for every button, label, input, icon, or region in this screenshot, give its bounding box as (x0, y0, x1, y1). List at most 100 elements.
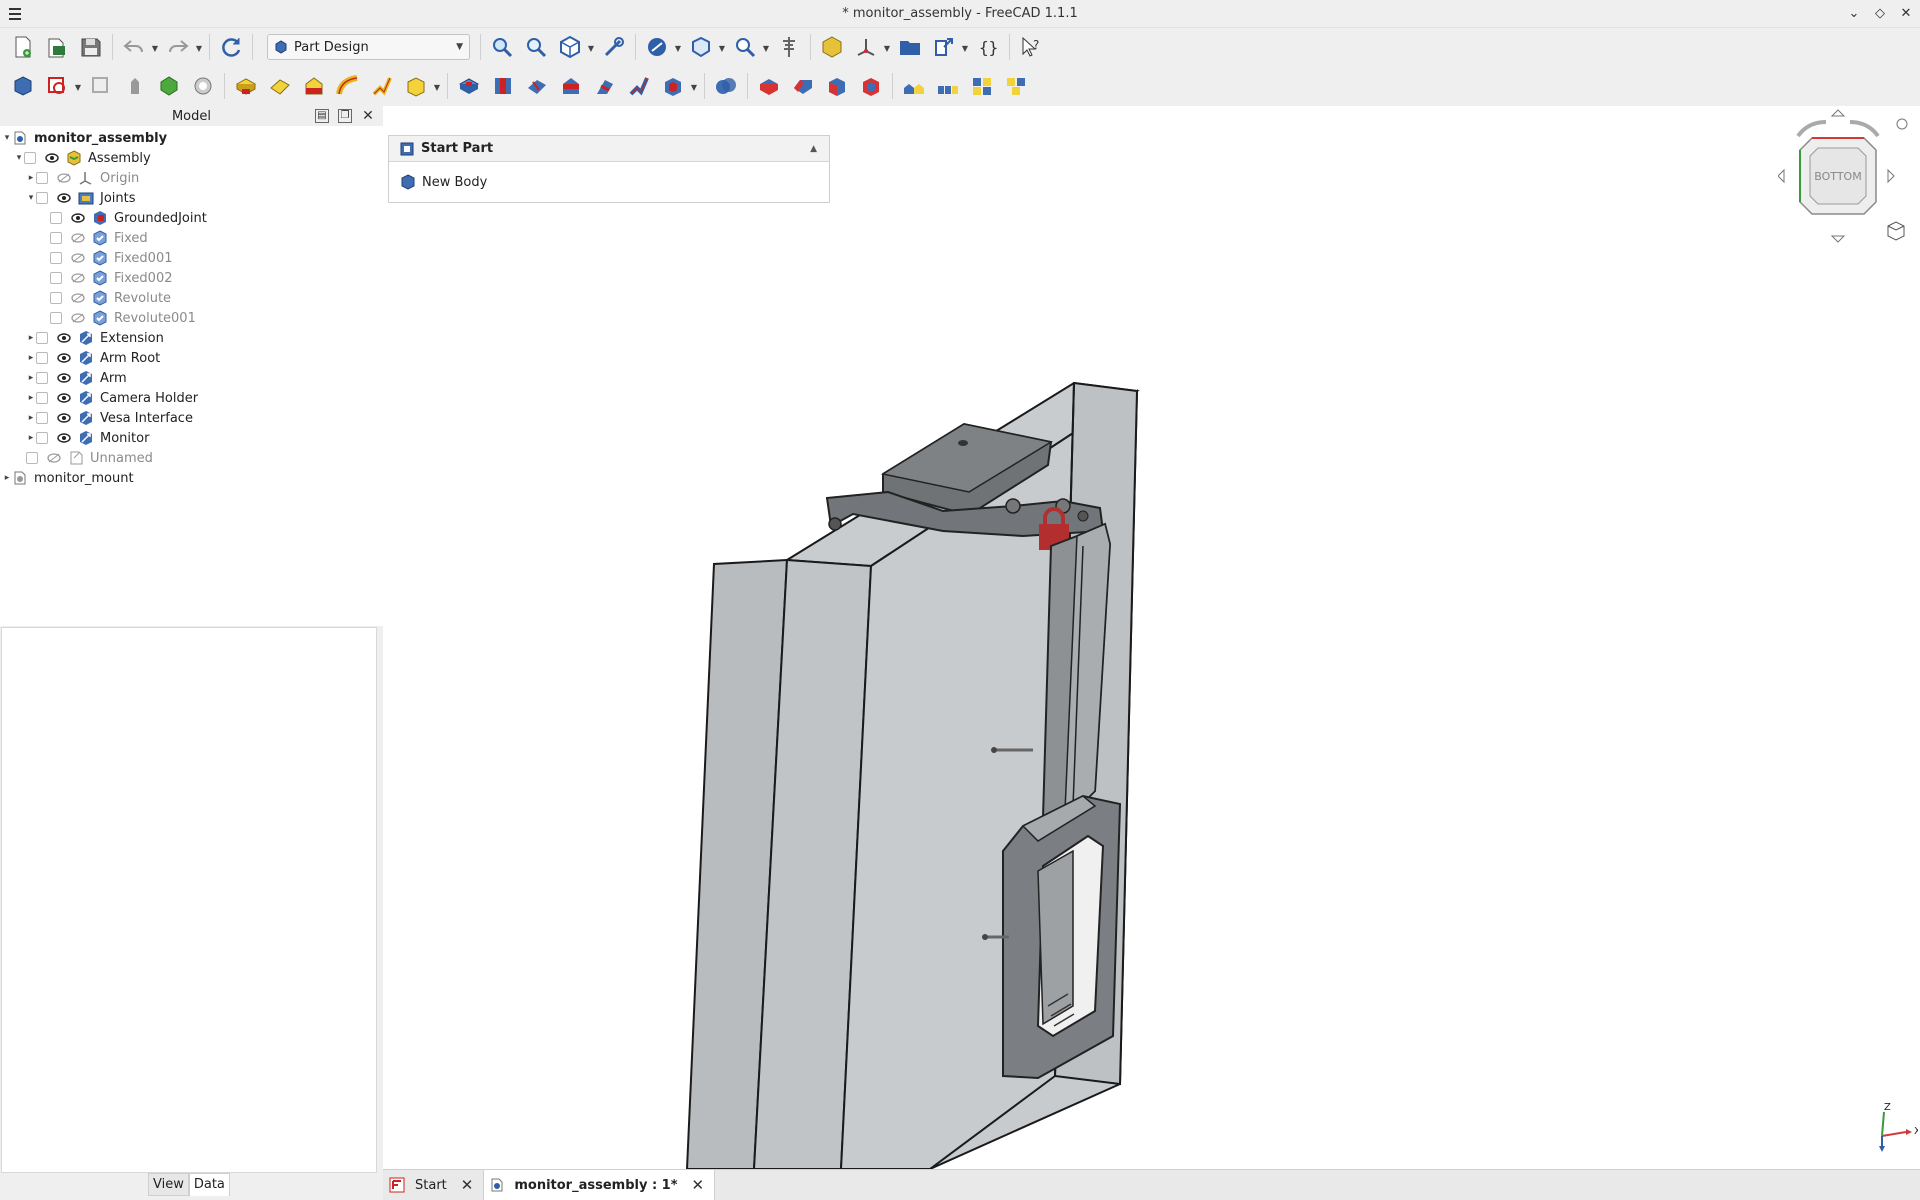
visible-eye-icon[interactable] (44, 152, 60, 164)
subtractive-helix-icon[interactable] (624, 71, 654, 101)
clipping-plane-icon[interactable] (774, 32, 804, 62)
close-tab-icon[interactable]: ✕ (461, 1176, 474, 1194)
zoom-icon[interactable]: ▼ (730, 32, 769, 62)
collapsed-arrow-icon[interactable]: ▸ (26, 353, 36, 363)
hidden-eye-icon[interactable] (70, 292, 86, 304)
tree-item-monitor[interactable]: ▸ Monitor (26, 428, 150, 448)
macro-icon[interactable]: {} (973, 32, 1003, 62)
fit-all-icon[interactable] (487, 32, 517, 62)
tree-checkbox[interactable] (50, 232, 62, 244)
tree-item-arm[interactable]: ▸ Arm (26, 368, 127, 388)
tab-data[interactable]: Data (188, 1173, 230, 1196)
tree-checkbox[interactable] (50, 272, 62, 284)
boolean-icon[interactable] (711, 71, 741, 101)
collapsed-arrow-icon[interactable]: ▸ (26, 333, 36, 343)
tree-checkbox[interactable] (24, 152, 36, 164)
task-header[interactable]: Start Part ▲ (389, 136, 829, 162)
visible-eye-icon[interactable] (56, 192, 72, 204)
tree-item-monitor-mount[interactable]: ▸ monitor_mount (2, 468, 134, 488)
standard-views-icon[interactable]: ▼ (555, 32, 594, 62)
visible-eye-icon[interactable] (56, 392, 72, 404)
hidden-eye-icon[interactable] (70, 272, 86, 284)
close-window-button[interactable]: ✕ (1898, 4, 1914, 22)
float-icon[interactable]: ❐ (338, 109, 352, 123)
multitransform-icon[interactable] (1001, 71, 1031, 101)
tree-checkbox[interactable] (36, 192, 48, 204)
minimize-button[interactable]: ⌄ (1846, 4, 1862, 22)
tree-item-camera-holder[interactable]: ▸ Camera Holder (26, 388, 198, 408)
tree-checkbox[interactable] (36, 352, 48, 364)
subshape-binder-icon[interactable] (154, 71, 184, 101)
tree-checkbox[interactable] (36, 392, 48, 404)
subtractive-loft-icon[interactable] (556, 71, 586, 101)
collapsed-arrow-icon[interactable]: ▸ (26, 393, 36, 403)
visible-eye-icon[interactable] (56, 352, 72, 364)
tree-item-extension[interactable]: ▸ Extension (26, 328, 164, 348)
new-document-icon[interactable] (8, 32, 38, 62)
navigation-cube[interactable]: BOTTOM (1778, 108, 1908, 248)
collapsed-arrow-icon[interactable]: ▸ (26, 373, 36, 383)
tree-item-origin[interactable]: ▸ Origin (26, 168, 140, 188)
rotate-right-icon[interactable] (1849, 120, 1880, 138)
hidden-eye-icon[interactable] (46, 452, 62, 464)
link-actions-icon[interactable]: ▼ (929, 32, 968, 62)
collapsed-arrow-icon[interactable]: ▸ (26, 173, 36, 183)
create-part-icon[interactable] (817, 32, 847, 62)
tree-item-assembly[interactable]: ▾ Assembly (14, 148, 151, 168)
tab-view[interactable]: View (148, 1173, 189, 1196)
visible-eye-icon[interactable] (56, 372, 72, 384)
tree-item-fixed[interactable]: Fixed (50, 228, 148, 248)
tree-checkbox[interactable] (26, 452, 38, 464)
tree-checkbox[interactable] (36, 372, 48, 384)
new-body-button[interactable]: New Body (389, 162, 829, 202)
linear-pattern-icon[interactable] (933, 71, 963, 101)
save-document-icon[interactable] (76, 32, 106, 62)
create-datum-icon[interactable]: ▼ (851, 32, 890, 62)
subtractive-pipe-icon[interactable] (590, 71, 620, 101)
tree-item-vesa-interface[interactable]: ▸ Vesa Interface (26, 408, 193, 428)
collapsed-arrow-icon[interactable]: ▸ (26, 433, 36, 443)
nav-left-arrow-icon[interactable] (1778, 168, 1785, 184)
validate-sketch-icon[interactable] (86, 71, 116, 101)
thickness-icon[interactable] (856, 71, 886, 101)
fit-selection-icon[interactable] (521, 32, 551, 62)
3d-viewport[interactable]: Start Part ▲ New Body BOTTOM X Z (383, 106, 1920, 1169)
hidden-eye-icon[interactable] (56, 172, 72, 184)
visible-eye-icon[interactable] (56, 332, 72, 344)
subtractive-primitive-icon[interactable]: ▼ (658, 71, 697, 101)
tree-checkbox[interactable] (36, 432, 48, 444)
tree-checkbox[interactable] (50, 212, 62, 224)
redo-icon[interactable]: ▼ (163, 32, 202, 62)
tree-item-fixed002[interactable]: Fixed002 (50, 268, 173, 288)
tree-item-unnamed[interactable]: Unnamed (26, 448, 153, 468)
tree-checkbox[interactable] (50, 292, 62, 304)
visible-eye-icon[interactable] (56, 412, 72, 424)
tree-checkbox[interactable] (50, 312, 62, 324)
visible-eye-icon[interactable] (70, 212, 86, 224)
tab-start[interactable]: Start ✕ (383, 1170, 485, 1200)
close-tab-icon[interactable]: ✕ (692, 1176, 705, 1194)
create-body-icon[interactable] (8, 71, 38, 101)
collapse-arrow-icon[interactable]: ▲ (810, 144, 817, 154)
expanded-arrow-icon[interactable]: ▾ (2, 133, 12, 143)
loft-icon[interactable] (299, 71, 329, 101)
collapsed-arrow-icon[interactable]: ▸ (2, 473, 12, 483)
draft-icon[interactable] (822, 71, 852, 101)
tree-item-arm-root[interactable]: ▸ Arm Root (26, 348, 161, 368)
nav-right-arrow-icon[interactable] (1887, 168, 1895, 184)
tree-item-grounded-joint[interactable]: GroundedJoint (50, 208, 207, 228)
additive-primitive-icon[interactable]: ▼ (401, 71, 440, 101)
tree-item-revolute[interactable]: Revolute (50, 288, 171, 308)
tree-item-joints[interactable]: ▾ Joints (26, 188, 136, 208)
polar-pattern-icon[interactable] (967, 71, 997, 101)
maximize-button[interactable]: ◇ (1872, 4, 1888, 22)
chamfer-icon[interactable] (788, 71, 818, 101)
property-view[interactable] (1, 627, 377, 1173)
visible-eye-icon[interactable] (56, 432, 72, 444)
tree-item-fixed001[interactable]: Fixed001 (50, 248, 173, 268)
revolution-icon[interactable] (265, 71, 295, 101)
mirrored-icon[interactable] (899, 71, 929, 101)
collapsed-arrow-icon[interactable]: ▸ (26, 413, 36, 423)
3d-scene[interactable] (383, 106, 1920, 1169)
whats-this-icon[interactable]: ? (1016, 32, 1046, 62)
